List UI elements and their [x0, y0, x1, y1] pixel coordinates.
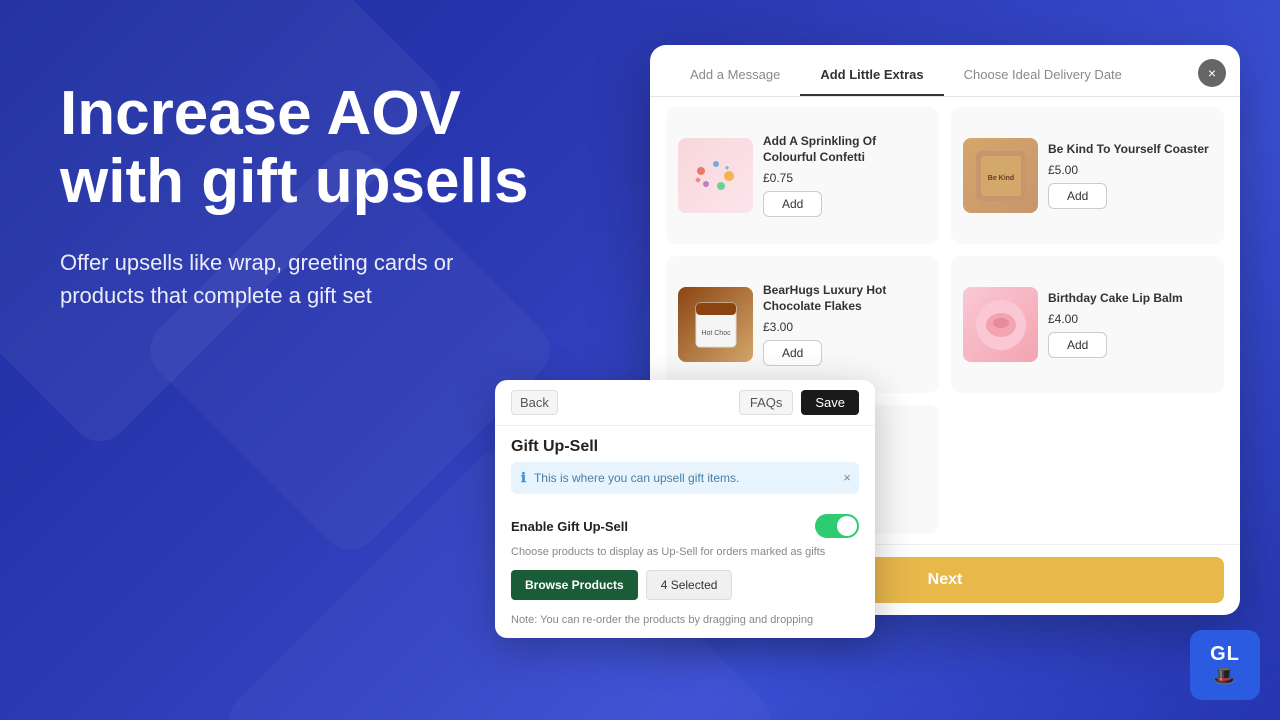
back-button[interactable]: Back: [511, 390, 558, 415]
selected-count-badge: 4 Selected: [646, 570, 733, 600]
product-card: Birthday Cake Lip Balm £4.00 Add: [951, 256, 1224, 393]
add-product-button[interactable]: Add: [1048, 332, 1107, 358]
tab-message[interactable]: Add a Message: [670, 55, 800, 96]
tab-extras[interactable]: Add Little Extras: [800, 55, 943, 96]
logo: GL 🎩: [1190, 630, 1260, 700]
info-banner: ℹ This is where you can upsell gift item…: [511, 462, 859, 494]
product-card: Add A Sprinkling Of Colourful Confetti £…: [666, 107, 939, 244]
product-image: Be Kind: [963, 138, 1038, 213]
faq-button[interactable]: FAQs: [739, 390, 794, 415]
product-card: Be Kind Be Kind To Yourself Coaster £5.0…: [951, 107, 1224, 244]
save-button[interactable]: Save: [801, 390, 859, 415]
enable-toggle[interactable]: [815, 514, 859, 538]
product-price: £4.00: [1048, 312, 1212, 326]
product-image: [678, 138, 753, 213]
svg-text:Be Kind: Be Kind: [987, 175, 1013, 182]
product-price: £3.00: [763, 320, 927, 334]
panel-actions: FAQs Save: [739, 390, 859, 415]
product-info: BearHugs Luxury Hot Chocolate Flakes £3.…: [763, 283, 927, 366]
info-message: This is where you can upsell gift items.: [534, 471, 739, 485]
add-product-button[interactable]: Add: [1048, 183, 1107, 209]
logo-icon: 🎩: [1210, 666, 1240, 688]
product-info: Be Kind To Yourself Coaster £5.00 Add: [1048, 142, 1212, 210]
product-price: £0.75: [763, 171, 927, 185]
panel-header: Back FAQs Save: [495, 380, 875, 426]
product-card: Hot Choc BearHugs Luxury Hot Chocolate F…: [666, 256, 939, 393]
product-name: Add A Sprinkling Of Colourful Confetti: [763, 134, 927, 165]
close-icon[interactable]: ×: [1198, 59, 1226, 87]
product-name: BearHugs Luxury Hot Chocolate Flakes: [763, 283, 927, 314]
product-image: Hot Choc: [678, 287, 753, 362]
panel-note: Note: You can re-order the products by d…: [495, 608, 875, 638]
toggle-label: Enable Gift Up-Sell: [511, 519, 628, 534]
product-name: Birthday Cake Lip Balm: [1048, 291, 1212, 307]
tab-delivery[interactable]: Choose Ideal Delivery Date: [944, 55, 1142, 96]
product-name: Be Kind To Yourself Coaster: [1048, 142, 1212, 158]
panel-buttons-row: Browse Products 4 Selected: [495, 570, 875, 608]
product-image: [963, 287, 1038, 362]
headline: Increase AOV with gift upsells: [60, 80, 540, 216]
product-info: Add A Sprinkling Of Colourful Confetti £…: [763, 134, 927, 217]
product-price: £5.00: [1048, 163, 1212, 177]
product-info: Birthday Cake Lip Balm £4.00 Add: [1048, 291, 1212, 359]
add-product-button[interactable]: Add: [763, 340, 822, 366]
svg-text:Hot Choc: Hot Choc: [701, 330, 731, 337]
description: Offer upsells like wrap, greeting cards …: [60, 246, 540, 312]
toggle-row: Enable Gift Up-Sell: [495, 506, 875, 542]
add-product-button[interactable]: Add: [763, 191, 822, 217]
panel-title: Gift Up-Sell: [495, 426, 875, 462]
gift-upsell-panel: Back FAQs Save Gift Up-Sell ℹ This is wh…: [495, 380, 875, 638]
browse-products-button[interactable]: Browse Products: [511, 570, 638, 600]
panel-description: Choose products to display as Up-Sell fo…: [495, 542, 875, 570]
info-icon: ℹ: [521, 470, 526, 486]
modal-tabs: Add a Message Add Little Extras Choose I…: [650, 45, 1240, 97]
left-panel: Increase AOV with gift upsells Offer ups…: [60, 80, 540, 312]
logo-text: GL: [1210, 642, 1240, 666]
info-close-icon[interactable]: ×: [843, 470, 851, 485]
